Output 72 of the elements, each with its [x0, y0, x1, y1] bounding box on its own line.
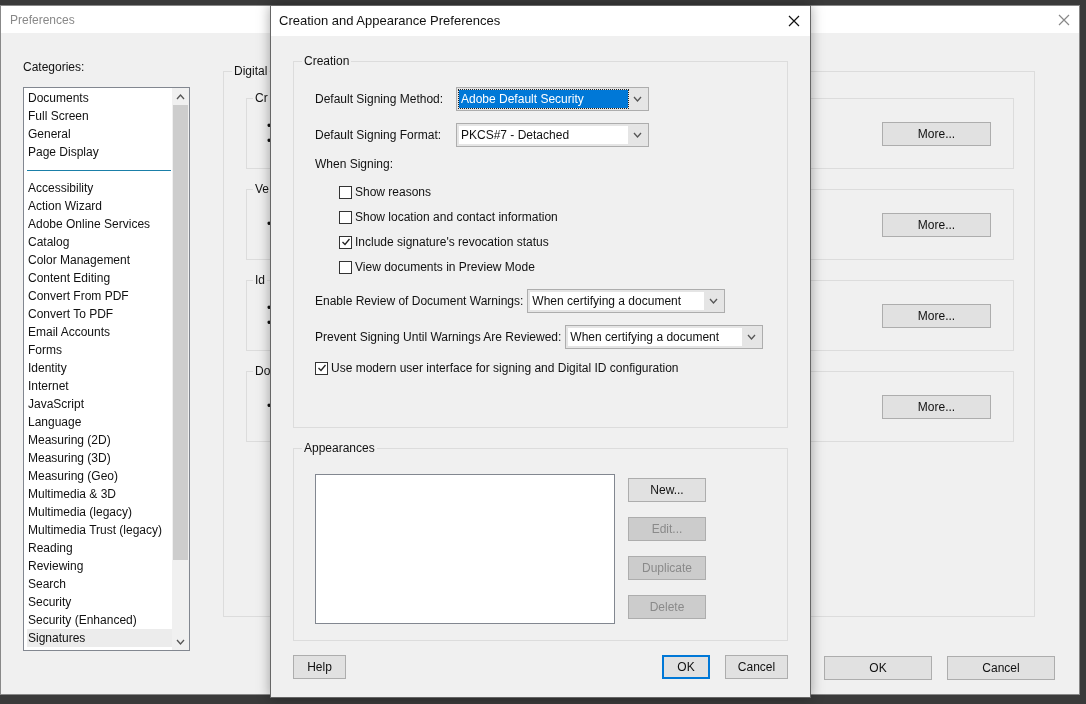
- button[interactable]: OK: [662, 655, 710, 679]
- category-item[interactable]: Internet: [27, 377, 172, 395]
- dropdown[interactable]: Adobe Default Security: [456, 87, 649, 111]
- checkbox-label[interactable]: View documents in Preview Mode: [355, 258, 535, 276]
- group-title: Appearances: [302, 440, 377, 456]
- window-title: Preferences: [10, 11, 75, 29]
- category-item[interactable]: Measuring (3D): [27, 449, 172, 467]
- category-item[interactable]: Search: [27, 575, 172, 593]
- category-item[interactable]: Reviewing: [27, 557, 172, 575]
- checkbox[interactable]: [339, 235, 352, 249]
- button[interactable]: More...: [882, 121, 991, 146]
- checkbox-label[interactable]: Include signature's revocation status: [355, 233, 549, 251]
- category-item[interactable]: Accessibility: [27, 179, 172, 197]
- button[interactable]: Help: [293, 655, 346, 679]
- category-item[interactable]: Convert From PDF: [27, 287, 172, 305]
- category-item[interactable]: Full Screen: [27, 107, 172, 125]
- field-label: Default Signing Format:: [315, 127, 443, 144]
- category-item[interactable]: Identity: [27, 359, 172, 377]
- checkbox[interactable]: [339, 260, 352, 274]
- button[interactable]: More...: [882, 212, 991, 237]
- category-item[interactable]: Security: [27, 593, 172, 611]
- checkbox[interactable]: [339, 185, 352, 199]
- close-icon[interactable]: [788, 15, 800, 27]
- chevron-down-icon[interactable]: [746, 334, 756, 340]
- category-item[interactable]: Security (Enhanced): [27, 611, 172, 629]
- category-item[interactable]: Color Management: [27, 251, 172, 269]
- category-item[interactable]: Measuring (2D): [27, 431, 172, 449]
- category-item[interactable]: Email Accounts: [27, 323, 172, 341]
- checkbox-label[interactable]: Show reasons: [355, 183, 432, 201]
- category-item[interactable]: Documents: [27, 89, 172, 107]
- button[interactable]: Cancel: [947, 656, 1055, 680]
- chevron-down-icon[interactable]: [632, 96, 642, 102]
- chevron-down-icon[interactable]: [708, 298, 718, 304]
- field-label: Prevent Signing Until Warnings Are Reviewed:: [315, 329, 562, 346]
- category-item[interactable]: Convert To PDF: [27, 305, 172, 323]
- button[interactable]: OK: [824, 656, 932, 680]
- category-item[interactable]: Forms: [27, 341, 172, 359]
- button[interactable]: Cancel: [725, 655, 788, 679]
- button[interactable]: New...: [628, 478, 706, 502]
- category-item[interactable]: Multimedia & 3D: [27, 485, 172, 503]
- checkbox-label[interactable]: Show location and contact information: [355, 208, 558, 226]
- category-item[interactable]: Measuring (Geo): [27, 467, 172, 485]
- checkbox[interactable]: [315, 361, 328, 375]
- categories-label: Categories:: [23, 59, 86, 75]
- group-title: Digital: [232, 63, 270, 79]
- section-label: When Signing:: [315, 156, 395, 172]
- category-item[interactable]: Reading: [27, 539, 172, 557]
- category-item[interactable]: Multimedia Trust (legacy): [27, 521, 172, 539]
- category-item[interactable]: Action Wizard: [27, 197, 172, 215]
- button[interactable]: More...: [882, 303, 991, 328]
- chevron-down-icon[interactable]: [632, 132, 642, 138]
- dialog-title: Creation and Appearance Preferences: [279, 12, 501, 31]
- category-item[interactable]: Content Editing: [27, 269, 172, 287]
- scrollbar[interactable]: [172, 88, 189, 650]
- category-item[interactable]: Multimedia (legacy): [27, 503, 172, 521]
- dropdown[interactable]: When certifying a document: [527, 289, 726, 313]
- dropdown[interactable]: PKCS#7 - Detached: [456, 123, 649, 147]
- category-item[interactable]: Signatures: [27, 629, 172, 647]
- field-label: Enable Review of Document Warnings:: [315, 293, 524, 310]
- checkbox[interactable]: [339, 210, 352, 224]
- category-item[interactable]: Page Display: [27, 143, 172, 161]
- chevron-down-icon[interactable]: [176, 638, 185, 645]
- category-item[interactable]: Adobe Online Services: [27, 215, 172, 233]
- chevron-up-icon[interactable]: [176, 93, 185, 100]
- field-label: Default Signing Method:: [315, 91, 445, 108]
- category-item[interactable]: General: [27, 125, 172, 143]
- category-item[interactable]: Language: [27, 413, 172, 431]
- category-item[interactable]: JavaScript: [27, 395, 172, 413]
- dropdown[interactable]: When certifying a document: [565, 325, 764, 349]
- category-item[interactable]: Catalog: [27, 233, 172, 251]
- button[interactable]: More...: [882, 394, 991, 419]
- checkbox-label[interactable]: Use modern user interface for signing and Digital ID configuration: [331, 359, 679, 377]
